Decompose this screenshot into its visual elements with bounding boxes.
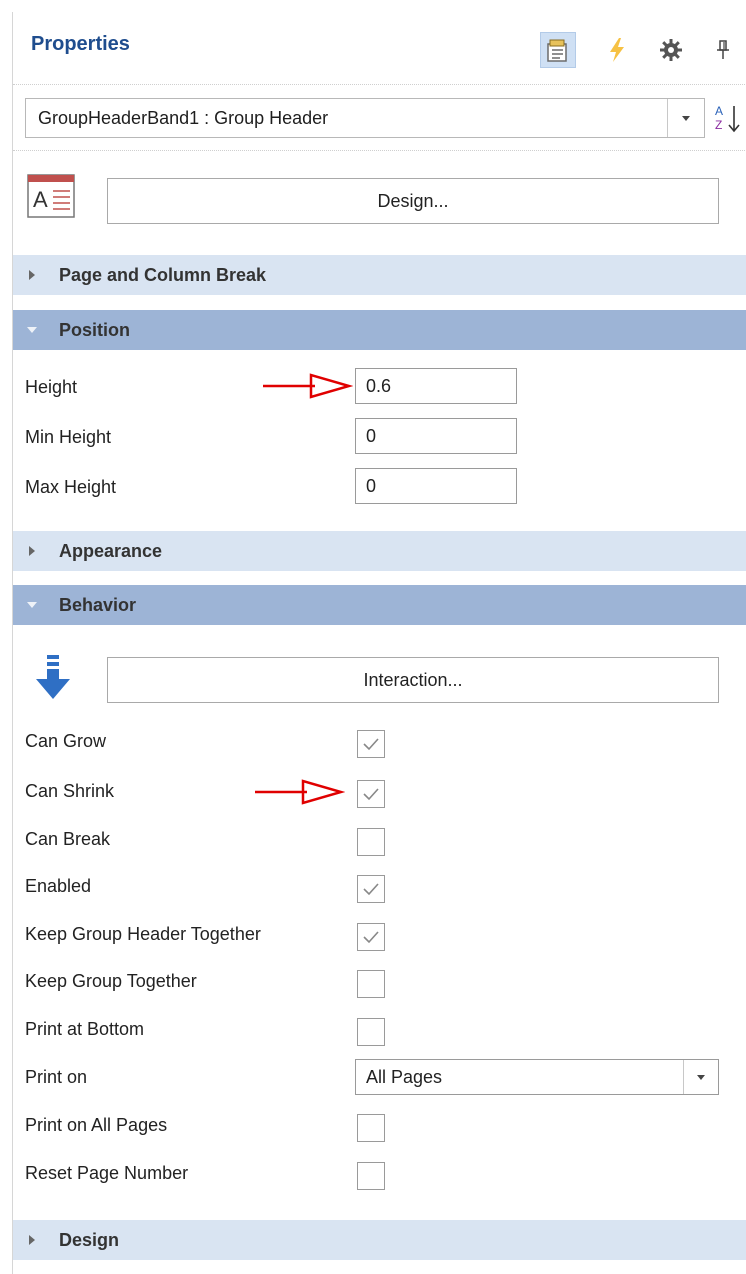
can-shrink-label: Can Shrink [25, 781, 115, 801]
design-button[interactable]: Design... [107, 178, 719, 224]
interaction-button[interactable]: Interaction... [107, 657, 719, 703]
min-height-input[interactable]: 0 [355, 418, 517, 454]
category-label: Position [59, 320, 130, 340]
separator [13, 84, 746, 85]
min-height-label: Min Height [25, 427, 112, 447]
print-at-bottom-label: Print at Bottom [25, 1019, 145, 1039]
height-label: Height [25, 377, 78, 397]
interaction-arrow-icon [35, 655, 71, 701]
svg-text:A: A [715, 104, 723, 118]
print-on-value: All Pages [366, 1067, 443, 1087]
category-label: Appearance [59, 541, 163, 561]
print-at-bottom-checkbox[interactable] [357, 1018, 385, 1046]
height-input[interactable]: 0.6 [355, 368, 517, 404]
chevron-right-icon [29, 546, 35, 556]
keep-group-together-checkbox[interactable] [357, 970, 385, 998]
print-on-all-pages-label: Print on All Pages [25, 1115, 168, 1135]
chevron-down-icon [27, 602, 37, 608]
chevron-down-icon[interactable] [667, 99, 704, 137]
enabled-checkbox[interactable] [357, 875, 385, 903]
svg-text:Z: Z [715, 118, 722, 132]
category-page-and-column-break[interactable]: Page and Column Break [13, 255, 746, 295]
chevron-right-icon [29, 270, 35, 280]
lightning-icon[interactable] [599, 32, 635, 68]
can-grow-label: Can Grow [25, 731, 107, 751]
keep-group-header-together-label: Keep Group Header Together [25, 924, 261, 944]
category-label: Design [59, 1230, 120, 1250]
category-label: Behavior [59, 595, 137, 615]
separator [13, 150, 746, 151]
chevron-down-icon[interactable] [683, 1060, 718, 1094]
chevron-down-icon [27, 327, 37, 333]
object-selector[interactable]: GroupHeaderBand1 : Group Header [25, 98, 705, 138]
print-on-label: Print on [25, 1067, 88, 1087]
pin-icon[interactable] [705, 32, 741, 68]
can-break-label: Can Break [25, 829, 111, 849]
annotation-arrow-can-shrink [255, 779, 345, 805]
svg-text:A: A [33, 187, 48, 212]
reset-page-number-label: Reset Page Number [25, 1163, 189, 1183]
max-height-label: Max Height [25, 477, 117, 497]
object-selector-value: GroupHeaderBand1 : Group Header [38, 108, 329, 128]
max-height-input[interactable]: 0 [355, 468, 517, 504]
category-label: Page and Column Break [59, 265, 267, 285]
cut-off-text: ‾ ‾ ‾ ‾ [12, 0, 62, 11]
top-window-strip: ‾ ‾ ‾ ‾ [0, 0, 746, 12]
properties-panel: Properties GroupHeaderBand1: Group Head… [12, 12, 746, 1274]
print-on-select[interactable]: All Pages [355, 1059, 719, 1095]
enabled-label: Enabled [25, 876, 92, 896]
sort-az-icon[interactable]: A Z [713, 102, 743, 136]
keep-group-together-label: Keep Group Together [25, 971, 197, 991]
gear-icon[interactable] [653, 32, 689, 68]
category-behavior[interactable]: Behavior [13, 585, 746, 625]
properties-icon[interactable] [540, 32, 576, 68]
reset-page-number-checkbox[interactable] [357, 1162, 385, 1190]
panel-title: Properties [31, 33, 130, 55]
can-break-checkbox[interactable] [357, 828, 385, 856]
band-design-icon: A [27, 174, 75, 218]
panel-titlebar: Properties [13, 12, 746, 84]
print-on-all-pages-checkbox[interactable] [357, 1114, 385, 1142]
can-shrink-checkbox[interactable] [357, 780, 385, 808]
can-grow-checkbox[interactable] [357, 730, 385, 758]
annotation-arrow-height [263, 373, 353, 399]
category-appearance[interactable]: Appearance [13, 531, 746, 571]
category-position[interactable]: Position [13, 310, 746, 350]
chevron-right-icon [29, 1235, 35, 1245]
keep-group-header-together-checkbox[interactable] [357, 923, 385, 951]
category-design[interactable]: Design [13, 1220, 746, 1260]
